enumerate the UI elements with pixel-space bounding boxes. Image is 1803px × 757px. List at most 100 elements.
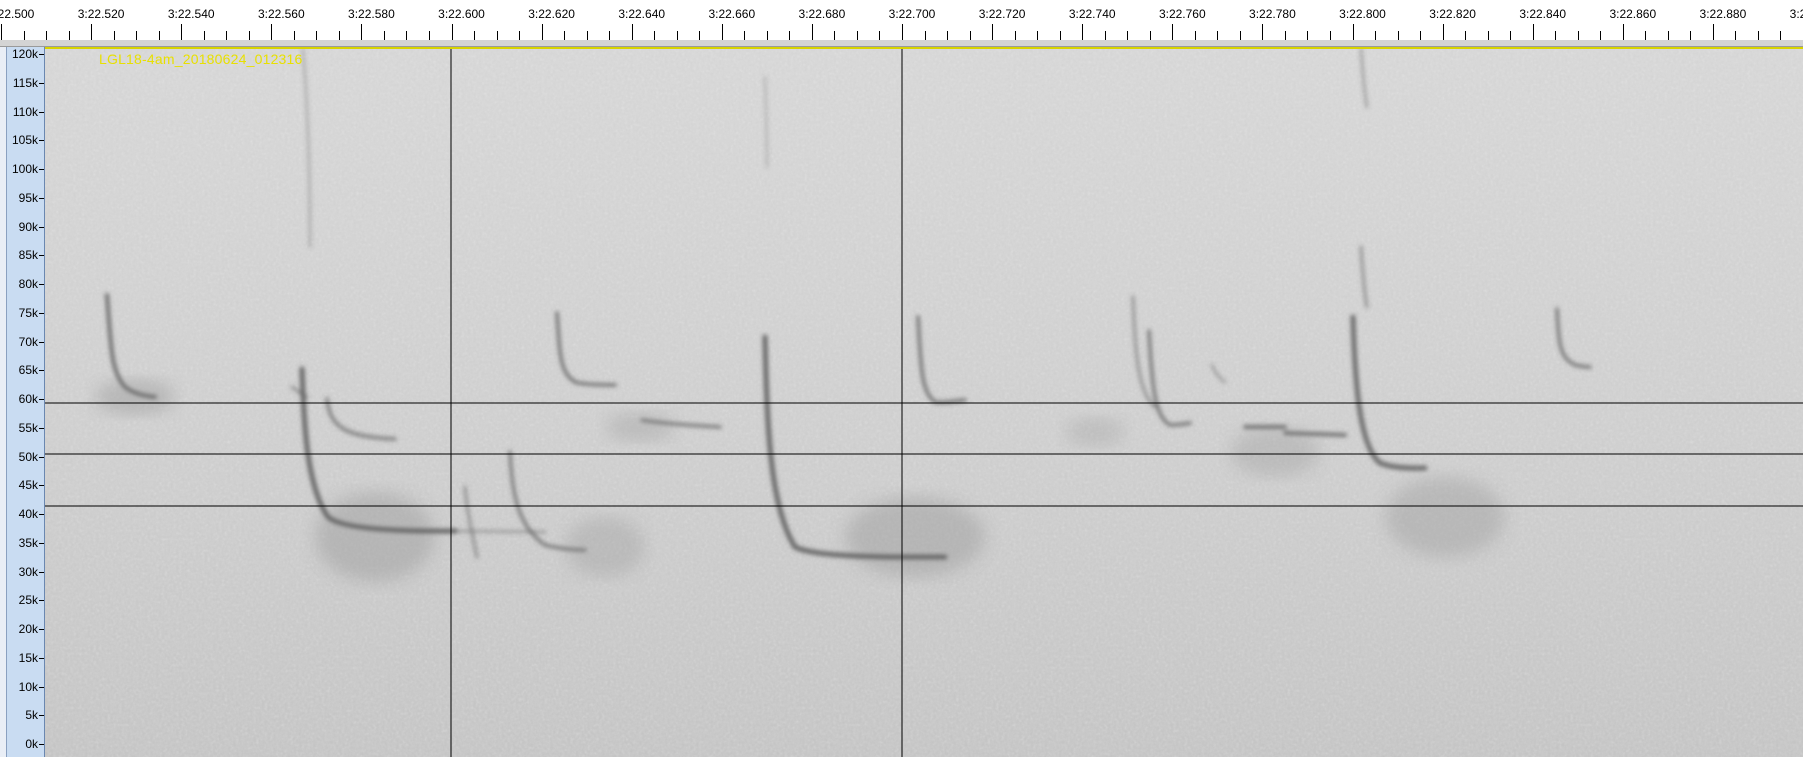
timeline-major-tick: [1532, 24, 1534, 40]
call-energy-shadow: [565, 517, 645, 577]
timeline-label: 3:22.540: [167, 7, 215, 21]
timeline-minor-tick: [136, 31, 138, 40]
frequency-tick: [39, 657, 44, 659]
timeline-major-tick: [1082, 24, 1084, 40]
frequency-label: 35k: [18, 535, 38, 550]
timeline-minor-tick: [924, 31, 926, 40]
timeline-major-tick: [541, 24, 543, 40]
timeline-minor-tick: [158, 31, 160, 40]
frequency-tick: [39, 514, 44, 515]
timeline-minor-tick: [68, 31, 70, 40]
frequency-label: 100k: [11, 162, 38, 176]
timeline-label: 3:22.800: [1339, 7, 1386, 21]
frequency-tick: [39, 197, 44, 199]
timeline-label: 3:22.680: [798, 7, 846, 21]
call-energy-shadow: [845, 497, 985, 577]
timeline-major-tick: [811, 24, 813, 40]
frequency-label: 50k: [18, 449, 38, 464]
frequency-label: 30k: [18, 564, 38, 579]
timeline-major-tick: [451, 24, 453, 40]
frequency-tick: [39, 629, 44, 630]
timeline-minor-tick: [1780, 31, 1782, 40]
frequency-label: 90k: [18, 219, 38, 234]
spectrogram-view[interactable]: LGL18-4am_20180624_012316: [45, 47, 1803, 757]
timeline-minor-tick: [1690, 31, 1692, 40]
timeline-label: 3:22.740: [1068, 7, 1116, 21]
frequency-label: 20k: [18, 622, 38, 636]
timeline-label: 3:22.900: [1789, 7, 1803, 21]
timeline-minor-tick: [1735, 31, 1737, 40]
frequency-tick: [39, 744, 44, 745]
timeline-minor-tick: [856, 31, 858, 40]
track-control-edge[interactable]: [0, 47, 7, 757]
frequency-label: 25k: [18, 593, 38, 608]
frequency-tick: [39, 715, 44, 717]
timeline-minor-tick: [474, 31, 476, 40]
timeline-major-tick: [1, 24, 2, 40]
timeline-minor-tick: [586, 31, 588, 40]
timeline-minor-tick: [496, 31, 498, 40]
timeline-minor-tick: [1375, 31, 1377, 40]
timeline-minor-tick: [1487, 31, 1489, 40]
timeline-minor-tick: [1420, 31, 1422, 40]
timeline-minor-tick: [1465, 31, 1467, 40]
timeline-minor-tick: [1014, 31, 1016, 40]
frequency-label: 5k: [25, 708, 38, 723]
timeline-minor-tick: [766, 31, 768, 40]
timeline-minor-tick: [789, 31, 791, 40]
timeline-minor-tick: [248, 31, 250, 40]
timeline-ruler[interactable]: 3:22.500 3:22.520 3:22.540 3:22.560 3:22.580…: [0, 0, 1803, 41]
timeline-minor-tick: [1329, 31, 1331, 40]
frequency-label: 95k: [18, 190, 38, 205]
timeline-minor-tick: [969, 31, 971, 40]
timeline-minor-tick: [1307, 31, 1309, 40]
timeline-major-tick: [1712, 24, 1714, 40]
timeline-minor-tick: [1397, 31, 1399, 40]
timeline-label: 3:22.700: [888, 7, 936, 21]
timeline-major-tick: [361, 24, 363, 40]
timeline-major-tick: [1352, 24, 1354, 40]
frequency-tick: [39, 312, 44, 314]
timeline-label: 3:22.880: [1699, 7, 1747, 21]
timeline-minor-tick: [406, 31, 408, 40]
timeline-minor-tick: [834, 31, 836, 40]
track-name: LGL18-4am_20180624_012316: [99, 51, 303, 67]
frequency-label: 15k: [18, 650, 38, 665]
audio-track[interactable]: 120k 115k 110k 105k 100k 95k 90k 85k 80k 75k 70k 65…: [0, 47, 1803, 757]
frequency-label: 0k: [25, 737, 38, 751]
frequency-tick: [39, 169, 44, 170]
timeline-minor-tick: [699, 31, 701, 40]
timeline-minor-tick: [1645, 31, 1647, 40]
timeline-ruler-strip: [0, 40, 1803, 47]
timeline-minor-tick: [609, 31, 611, 40]
timeline-label: 3:22.640: [618, 7, 666, 21]
timeline-minor-tick: [947, 31, 949, 40]
frequency-label: 110k: [12, 104, 38, 119]
timeline-major-tick: [271, 24, 273, 40]
spectrogram-canvas: [45, 47, 1803, 757]
timeline-major-tick: [902, 24, 903, 40]
timeline-minor-tick: [383, 31, 385, 40]
timeline-minor-tick: [1667, 31, 1669, 40]
timeline-label: 3:22.760: [1158, 7, 1206, 21]
frequency-tick: [39, 255, 44, 257]
timeline-minor-tick: [1555, 31, 1557, 40]
timeline-major-tick: [1262, 24, 1264, 40]
frequency-label: 120k: [11, 47, 38, 61]
frequency-tick: [39, 140, 44, 142]
frequency-tick: [39, 399, 44, 400]
timeline-minor-tick: [1510, 31, 1512, 40]
timeline-minor-tick: [226, 31, 228, 40]
frequency-label: 75k: [18, 305, 38, 320]
frequency-tick: [39, 571, 44, 573]
call-energy-shadow: [1065, 417, 1125, 447]
frequency-tick: [39, 82, 44, 84]
timeline-minor-tick: [519, 31, 521, 40]
frequency-label: 10k: [18, 679, 38, 694]
timeline-major-tick: [631, 24, 633, 40]
timeline-minor-tick: [293, 31, 295, 40]
timeline-label: 3:22.820: [1429, 7, 1476, 21]
timeline-minor-tick: [744, 31, 746, 40]
timeline-minor-tick: [203, 31, 205, 40]
timeline-minor-tick: [1149, 31, 1151, 40]
